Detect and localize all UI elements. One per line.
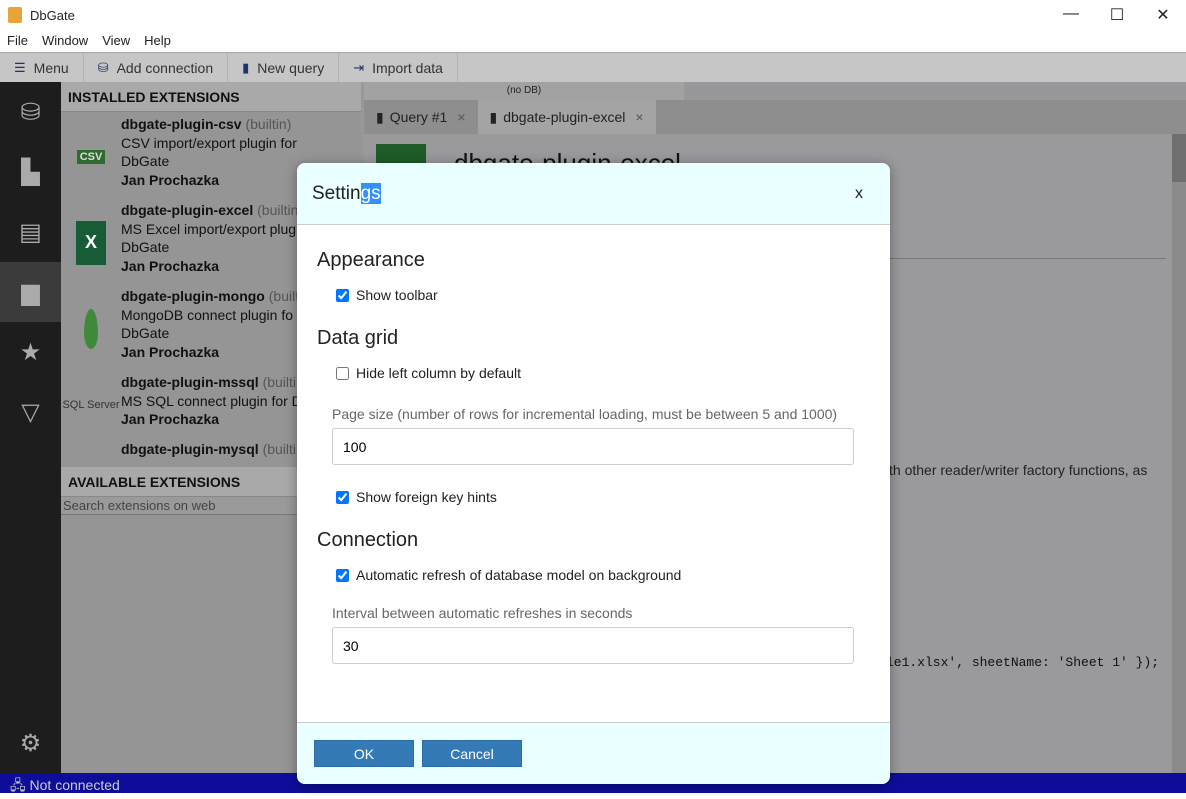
extension-name: dbgate-plugin-csv [121,116,242,132]
extension-name: dbgate-plugin-mssql [121,374,259,390]
gear-icon[interactable]: ⚙ [0,723,61,763]
settings-modal: Settings x Appearance Show toolbar Data … [297,163,890,784]
tab-close-icon[interactable]: × [635,109,643,125]
toolbar: ☰ Menu ⛁ Add connection ▮ New query ⇥ Import… [0,52,1186,82]
menu-file[interactable]: File [0,33,35,48]
extension-desc: CSV import/export plugin for [121,134,297,151]
extension-desc: DbGate [121,325,170,341]
menu-view[interactable]: View [95,33,137,48]
window-title: DbGate [30,7,75,23]
csv-logo-icon: CSV [76,149,106,164]
file-icon: ▮ [376,108,384,125]
connection-heading: Connection [317,529,419,551]
tab-label: Query #1 [389,109,448,125]
ok-button[interactable]: OK [314,740,414,767]
close-window-button[interactable]: ✕ [1140,5,1186,25]
add-connection-button[interactable]: ⛁ Add connection [84,53,229,82]
hide-left-column-checkbox[interactable]: Hide left column by default [336,365,870,381]
sqlserver-logo-icon: SQL Server [62,399,120,411]
plugin-description: th other reader/writer factory functions… [889,462,1148,478]
import-data-button[interactable]: ⇥ Import data [339,53,458,82]
extension-desc: DbGate [121,153,170,169]
interval-input[interactable] [332,627,854,664]
maximize-button[interactable]: ☐ [1094,5,1140,25]
archive-icon[interactable]: ▤ [0,202,61,262]
tab-bar: ▮ Query #1 × ▮ dbgate-plugin-excel × [364,100,1186,134]
appearance-heading: Appearance [317,249,425,271]
menu-window[interactable]: Window [35,33,95,48]
menu-help[interactable]: Help [137,33,178,48]
tab-close-icon[interactable]: × [457,109,465,125]
menu-button[interactable]: ☰ Menu [0,53,84,82]
search-extensions-input[interactable]: Search extensions on web [61,497,298,515]
file-icon: ▮ [242,59,250,75]
network-icon: 🖧 [10,777,26,793]
extension-name: dbgate-plugin-excel [121,202,254,218]
data-grid-heading: Data grid [317,327,399,349]
tab-query-1[interactable]: ▮ Query #1 × [364,100,478,134]
hamburger-icon: ☰ [14,59,26,75]
extension-desc: DbGate [121,239,170,255]
extension-author: Jan Prochazka [121,343,220,360]
title-bar: DbGate — ☐ ✕ [0,0,1186,30]
menu-bar: File Window View Help [0,30,1186,51]
modal-close-button[interactable]: x [855,185,863,203]
extension-name: dbgate-plugin-mysql [121,441,259,457]
cancel-button[interactable]: Cancel [422,740,522,767]
new-query-label: New query [257,59,325,76]
extension-name: dbgate-plugin-mongo [121,288,265,304]
modal-title: Settings [312,182,381,204]
add-connection-label: Add connection [116,59,214,76]
auto-refresh-checkbox[interactable]: Automatic refresh of database model on b… [336,567,870,583]
excel-logo-icon: X [76,220,106,265]
extension-author: Jan Prochazka [121,411,220,427]
triangle-icon[interactable]: ▽ [0,382,61,442]
database-plus-icon: ⛁ [97,59,109,75]
file-icon[interactable]: ▙ [0,142,61,202]
new-query-button[interactable]: ▮ New query [228,53,340,82]
status-text: Not connected [29,777,120,793]
page-size-input[interactable] [332,428,854,465]
tab-plugin-excel[interactable]: ▮ dbgate-plugin-excel × [477,100,656,134]
extension-desc: MS Excel import/export plug [121,220,297,237]
menu-label: Menu [33,59,69,76]
import-icon: ⇥ [353,59,365,75]
database-icon[interactable]: ⛁ [0,82,61,142]
import-data-label: Import data [372,59,443,76]
code-sample: le1.xlsx', sheetName: 'Sheet 1' }); [886,655,1160,670]
interval-label: Interval between automatic refreshes in … [332,605,633,621]
mongodb-leaf-icon [84,308,98,349]
app-icon [8,7,22,23]
show-toolbar-checkbox[interactable]: Show toolbar [336,287,870,303]
star-icon[interactable]: ★ [0,322,61,382]
page-size-label: Page size (number of rows for incrementa… [332,406,838,422]
tab-label: dbgate-plugin-excel [503,109,626,125]
plugins-icon[interactable]: ▆ [0,262,61,322]
scrollbar[interactable] [1172,134,1186,773]
activity-bar: ⛁ ▙ ▤ ▆ ★ ▽ ⚙ [0,82,61,773]
extension-desc: MS SQL connect plugin for D [121,392,302,409]
extension-author: Jan Prochazka [121,171,220,188]
extension-desc: MongoDB connect plugin fo [121,306,293,323]
minimize-button[interactable]: — [1048,5,1094,25]
extension-author: Jan Prochazka [121,257,220,274]
plugin-icon: ▮ [489,108,498,125]
extension-tag: (builtin) [245,116,292,132]
foreign-key-hints-checkbox[interactable]: Show foreign key hints [336,489,870,505]
installed-extensions-header: INSTALLED EXTENSIONS [61,82,361,112]
db-indicator: (no DB) [364,82,684,100]
